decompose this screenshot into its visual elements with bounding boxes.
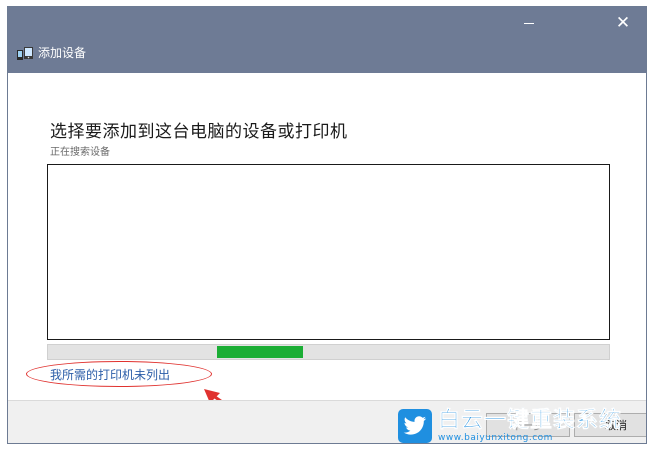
- minimize-button[interactable]: [506, 7, 552, 39]
- page-heading: 选择要添加到这台电脑的设备或打印机: [50, 122, 348, 142]
- device-list[interactable]: [47, 164, 610, 340]
- window-title: 添加设备: [38, 46, 87, 60]
- progress-indicator: [217, 346, 303, 358]
- search-progress-bar: [47, 344, 610, 360]
- twitter-bird-icon: [398, 409, 432, 443]
- device-app-icon: [17, 47, 33, 60]
- close-button[interactable]: ✕: [600, 7, 646, 39]
- watermark-title: 白云一键重装系统: [438, 407, 623, 433]
- printer-not-listed-link[interactable]: 我所需的打印机未列出: [50, 366, 170, 383]
- search-status: 正在搜索设备: [50, 147, 110, 158]
- title-bar: ✕ 添加设备: [8, 7, 646, 73]
- minimize-icon: [524, 22, 534, 24]
- watermark-url: www.baiyunxitong.com: [438, 432, 553, 443]
- add-device-window: ✕ 添加设备 选择要添加到这台电脑的设备或打印机 正在搜索设备 我所需的打印机未…: [7, 6, 647, 444]
- close-icon: ✕: [615, 13, 631, 33]
- site-watermark: 白云一键重装系统 www.baiyunxitong.com: [398, 406, 648, 446]
